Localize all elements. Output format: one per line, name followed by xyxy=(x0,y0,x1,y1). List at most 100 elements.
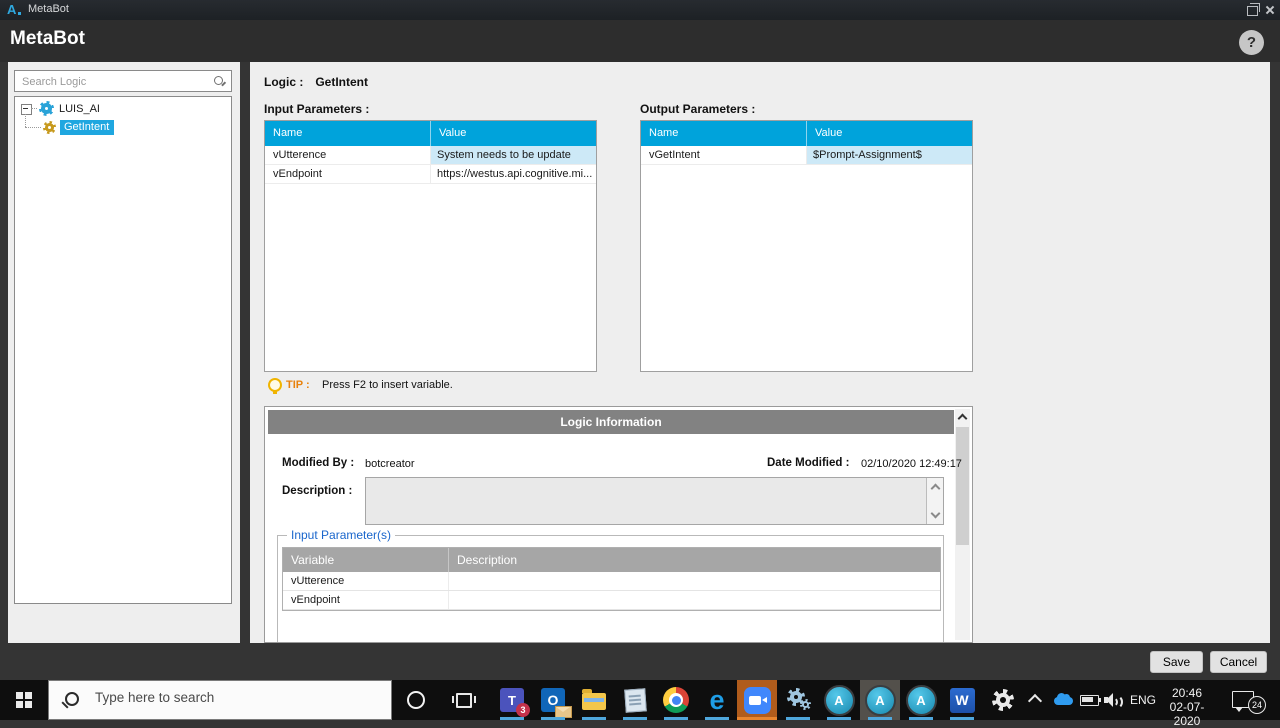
task-view-icon xyxy=(456,693,472,708)
envelope-icon xyxy=(555,706,572,718)
taskbar-item-settings[interactable] xyxy=(983,680,1023,720)
automation-anywhere-logo-icon: A xyxy=(7,2,23,18)
windows-taskbar: T 3 O e A A A W ENG 2 xyxy=(0,680,1280,720)
output-parameters-table: Name Value vGetIntent $Prompt-Assignment… xyxy=(640,120,973,372)
tree-item-getintent-selected[interactable]: GetIntent xyxy=(60,120,114,135)
input-parameters-fieldset: Input Parameter(s) Variable Description … xyxy=(277,535,944,643)
teams-notification-badge: 3 xyxy=(516,703,530,717)
folder-icon xyxy=(582,693,606,710)
start-button[interactable] xyxy=(0,680,48,720)
speaker-icon[interactable] xyxy=(1104,693,1122,707)
taskbar-search-box[interactable] xyxy=(48,680,392,720)
column-variable: Variable xyxy=(283,548,449,572)
notification-badge[interactable]: 24 xyxy=(1248,696,1266,714)
cortana-icon xyxy=(407,691,425,709)
date: 02-07-2020 xyxy=(1158,700,1216,728)
taskbar-search-input[interactable] xyxy=(93,689,377,706)
chrome-icon xyxy=(663,687,689,713)
tree-connector xyxy=(25,114,26,127)
taskbar-item-automation-anywhere-1[interactable]: A xyxy=(819,680,859,720)
zoom-camera-icon xyxy=(744,687,771,714)
app-header: MetaBot ? xyxy=(0,20,1280,62)
tip-bulb-icon xyxy=(268,378,282,392)
main-panel: Logic :GetIntent Input Parameters : Name… xyxy=(250,62,1270,643)
automation-anywhere-icon: A xyxy=(906,685,937,716)
settings-gear-icon xyxy=(992,689,1014,711)
input-parameters-title: Input Parameters : xyxy=(264,102,369,116)
column-name: Name xyxy=(641,121,807,146)
time: 20:46 xyxy=(1158,686,1216,700)
column-value: Value xyxy=(431,121,596,146)
column-value: Value xyxy=(807,121,972,146)
cortana-button[interactable] xyxy=(396,680,436,720)
table-header: Name Value xyxy=(641,121,972,146)
outlook-icon: O xyxy=(541,688,565,712)
window-titlebar: A MetaBot xyxy=(0,0,1280,20)
textarea-scrollbar[interactable] xyxy=(926,478,943,524)
save-button[interactable]: Save xyxy=(1150,651,1203,673)
taskbar-item-outlook[interactable]: O xyxy=(533,680,573,720)
cancel-button[interactable]: Cancel xyxy=(1210,651,1267,673)
taskbar-item-zoom-active[interactable] xyxy=(737,680,777,720)
metabot-icon xyxy=(39,101,54,116)
scroll-up-icon[interactable] xyxy=(931,484,941,494)
notepad-icon xyxy=(624,688,647,712)
tree-connector xyxy=(31,108,37,109)
table-row[interactable]: vUtterence System needs to be update xyxy=(265,146,596,165)
taskbar-item-word[interactable]: W xyxy=(942,680,982,720)
tray-show-hidden-icons-chevron[interactable] xyxy=(1028,694,1042,708)
language-indicator[interactable]: ENG xyxy=(1126,693,1160,707)
battery-icon[interactable] xyxy=(1080,695,1099,706)
output-parameters-title: Output Parameters : xyxy=(640,102,755,116)
tree-item-luis-ai[interactable]: LUIS_AI xyxy=(59,103,100,115)
taskbar-item-automation-anywhere-2-focused[interactable]: A xyxy=(860,680,900,720)
table-row[interactable]: vUtterence xyxy=(283,572,940,591)
tip-label: TIP : xyxy=(286,379,310,391)
taskbar-item-teams[interactable]: T 3 xyxy=(492,680,532,720)
automation-anywhere-icon: A xyxy=(824,685,855,716)
automation-anywhere-icon: A xyxy=(865,685,896,716)
taskbar-item-chrome[interactable] xyxy=(656,680,696,720)
fieldset-legend: Input Parameter(s) xyxy=(287,528,395,542)
logic-sidebar: LUIS_AI GetIntent xyxy=(8,62,240,643)
taskbar-item-automation-gears[interactable] xyxy=(778,680,818,720)
close-window-icon[interactable] xyxy=(1265,5,1275,15)
restore-window-icon[interactable] xyxy=(1247,6,1258,16)
vertical-scrollbar[interactable] xyxy=(955,409,970,640)
date-modified-value: 02/10/2020 12:49:17 xyxy=(861,458,962,470)
input-parameters-table: Name Value vUtterence System needs to be… xyxy=(264,120,597,372)
teams-icon: T 3 xyxy=(500,688,524,712)
table-row[interactable]: vEndpoint https://westus.api.cognitive.m… xyxy=(265,165,596,184)
variables-table: Variable Description vUtterence vEndpoin… xyxy=(282,547,941,611)
taskbar-item-automation-anywhere-3[interactable]: A xyxy=(901,680,941,720)
search-logic-box[interactable] xyxy=(14,70,232,92)
taskbar-item-edge[interactable]: e xyxy=(697,680,737,720)
table-header: Variable Description xyxy=(283,548,940,572)
windows-logo-icon xyxy=(16,692,32,708)
date-modified-label: Date Modified : xyxy=(767,457,849,469)
column-description: Description xyxy=(449,548,940,572)
search-icon xyxy=(65,692,79,706)
description-label: Description : xyxy=(282,485,352,497)
scroll-up-icon[interactable] xyxy=(955,409,970,425)
taskbar-item-notepad[interactable] xyxy=(615,680,655,720)
search-icon xyxy=(214,76,223,85)
onedrive-cloud-icon[interactable] xyxy=(1054,697,1073,705)
tree-collapse-icon[interactable] xyxy=(21,104,32,115)
gear-icon xyxy=(800,699,811,710)
logic-icon xyxy=(43,121,56,134)
help-button[interactable]: ? xyxy=(1239,30,1264,55)
logic-heading: Logic :GetIntent xyxy=(264,75,368,89)
tree-connector xyxy=(25,127,41,128)
page-title: MetaBot xyxy=(10,28,85,50)
table-header: Name Value xyxy=(265,121,596,146)
scroll-down-icon[interactable] xyxy=(931,509,941,519)
table-row[interactable]: vEndpoint xyxy=(283,591,940,610)
clock[interactable]: 20:46 02-07-2020 xyxy=(1158,686,1216,728)
table-row[interactable]: vGetIntent $Prompt-Assignment$ xyxy=(641,146,972,165)
scrollbar-thumb[interactable] xyxy=(956,427,969,545)
search-input[interactable] xyxy=(20,72,209,92)
task-view-button[interactable] xyxy=(444,680,484,720)
taskbar-item-file-explorer[interactable] xyxy=(574,680,614,720)
description-textarea[interactable] xyxy=(365,477,944,525)
